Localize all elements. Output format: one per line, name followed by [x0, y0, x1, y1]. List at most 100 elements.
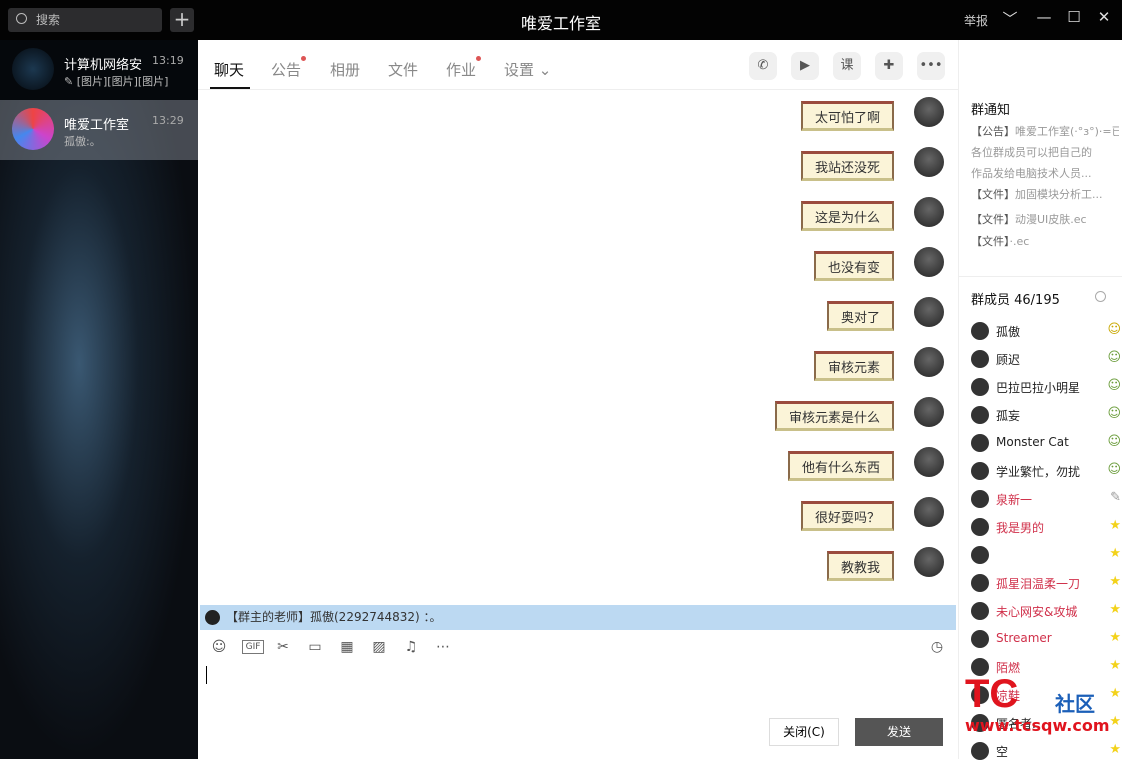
- member-item[interactable]: Streamer ★: [971, 628, 1121, 650]
- message-row: 很好耍吗？: [446, 497, 946, 541]
- tab-item[interactable]: 设置 ⌄: [504, 59, 551, 80]
- message-bubble[interactable]: 太可怕了啊: [800, 101, 894, 131]
- more-icon[interactable]: •••: [917, 52, 945, 80]
- add-button[interactable]: +: [170, 8, 194, 32]
- conversation-item[interactable]: 计算机网络安 13:19 ✎ [图片][图片][图片]: [0, 40, 198, 100]
- avatar: [971, 658, 989, 676]
- image-icon[interactable]: ▨: [370, 638, 388, 656]
- tab-label: 相册: [330, 61, 361, 79]
- notice-item[interactable]: 【文件】·.ec: [971, 233, 1119, 249]
- avatar[interactable]: [914, 497, 944, 527]
- member-item[interactable]: 匿名者. ★: [971, 712, 1121, 734]
- message-row: 也没有变: [446, 247, 946, 291]
- message-row: 教教我: [446, 547, 946, 591]
- star-icon: ★: [1109, 518, 1121, 533]
- avatar: [971, 630, 989, 648]
- class-icon[interactable]: 课: [833, 52, 861, 80]
- message-bubble[interactable]: 很好耍吗？: [800, 501, 894, 531]
- tab-item[interactable]: 相册: [330, 59, 360, 80]
- emoji-icon[interactable]: ☺: [210, 638, 228, 656]
- tab-item[interactable]: 文件: [388, 59, 418, 80]
- minimize-button[interactable]: —: [1034, 8, 1054, 26]
- search-input[interactable]: 搜索: [8, 8, 162, 32]
- member-count: 群成员 46/195: [971, 293, 1060, 308]
- close-chat-button[interactable]: 关闭(C): [769, 718, 839, 746]
- conversation-preview: ✎ [图片][图片][图片]: [64, 75, 169, 88]
- notice-item[interactable]: 各位群成员可以把自己的: [971, 144, 1119, 160]
- avatar: [971, 546, 989, 564]
- phone-icon[interactable]: ✆: [749, 52, 777, 80]
- video-icon[interactable]: ▶: [791, 52, 819, 80]
- avatar[interactable]: [914, 147, 944, 177]
- notice-item[interactable]: 【文件】动漫UI皮肤.ec: [971, 211, 1119, 227]
- star-icon: ★: [1109, 686, 1121, 701]
- message-bubble[interactable]: 审核元素是什么: [774, 401, 894, 431]
- avatar[interactable]: [914, 447, 944, 477]
- member-item[interactable]: ★: [971, 544, 1121, 566]
- avatar[interactable]: [914, 97, 944, 127]
- chat-main: 聊天 公告 相册 文件 作业 设置 ⌄ ✆ ▶ 课 ✚ ••• 太可怕了啊我站还没死这是为什么也没…: [198, 40, 958, 759]
- member-item[interactable]: Monster Cat ☺: [971, 432, 1121, 454]
- gif-icon[interactable]: GIF: [242, 640, 264, 654]
- message-input[interactable]: [206, 666, 207, 684]
- conversation-item-active[interactable]: 唯爱工作室 13:29 孤傲:。: [0, 100, 198, 160]
- message-bubble[interactable]: 审核元素: [813, 351, 894, 381]
- add-app-icon[interactable]: ✚: [875, 52, 903, 80]
- member-item[interactable]: 未心网安&攻城 ★: [971, 600, 1121, 622]
- avatar[interactable]: [914, 247, 944, 277]
- file-icon[interactable]: ▦: [338, 638, 356, 656]
- member-item[interactable]: 孤妄 ☺: [971, 404, 1121, 426]
- message-bubble[interactable]: 这是为什么: [800, 201, 894, 231]
- notice-tag: 【文件】: [971, 235, 1010, 248]
- message-bubble[interactable]: 奥对了: [826, 301, 894, 331]
- avatar[interactable]: [914, 397, 944, 427]
- notice-item[interactable]: 【文件】加固模块分析工...: [971, 186, 1119, 202]
- maximize-button[interactable]: ☐: [1064, 8, 1084, 26]
- chevron-down-icon[interactable]: ﹀: [1000, 8, 1020, 29]
- tab-item[interactable]: 聊天: [214, 59, 244, 80]
- admin-icon: ☺: [1107, 378, 1121, 393]
- bell-icon[interactable]: ♫: [402, 638, 420, 656]
- tab-label: 文件: [388, 61, 419, 79]
- member-search-icon[interactable]: [1095, 291, 1106, 302]
- member-item[interactable]: 我是男的 ★: [971, 516, 1121, 538]
- avatar[interactable]: [914, 197, 944, 227]
- more-icon[interactable]: ⋯: [434, 638, 452, 656]
- tab-item[interactable]: 作业: [446, 56, 482, 80]
- avatar[interactable]: [914, 297, 944, 327]
- member-item[interactable]: 巴拉巴拉小明星 ☺: [971, 376, 1121, 398]
- member-item[interactable]: 凉鞋 ★: [971, 684, 1121, 706]
- report-button[interactable]: 举报: [964, 12, 988, 29]
- avatar: [205, 610, 220, 625]
- avatar[interactable]: [914, 347, 944, 377]
- notice-text: ·.ec: [1009, 235, 1030, 248]
- notice-item[interactable]: 【公告】唯爱工作室(·°з°)·=已经在脚本之家入驻了: [971, 123, 1119, 139]
- member-item[interactable]: 顾迟 ☺: [971, 348, 1121, 370]
- notice-tag: 【文件】: [971, 188, 1015, 201]
- member-name: 陌燃: [996, 661, 1021, 675]
- close-button[interactable]: ✕: [1094, 8, 1114, 26]
- member-item[interactable]: 泉新一 ✎: [971, 488, 1121, 510]
- unread-dot: [476, 56, 482, 61]
- notice-item[interactable]: 作品发给电脑技术人员...: [971, 165, 1119, 181]
- notice-bar[interactable]: 【群主的老师】孤傲(2292744832) ：。: [200, 605, 956, 630]
- folder-icon[interactable]: ▭: [306, 638, 324, 656]
- member-item[interactable]: 学业繁忙，勿扰 ☺: [971, 460, 1121, 482]
- member-item[interactable]: 陌燃 ★: [971, 656, 1121, 678]
- message-bubble[interactable]: 教教我: [826, 551, 894, 581]
- tab-item[interactable]: 公告: [271, 56, 307, 80]
- screenshot-icon[interactable]: ✂: [274, 638, 292, 656]
- avatar: [12, 108, 54, 150]
- message-bubble[interactable]: 我站还没死: [800, 151, 894, 181]
- message-bubble[interactable]: 也没有变: [813, 251, 894, 281]
- member-item[interactable]: 孤傲 ☺: [971, 320, 1121, 342]
- message-bubble[interactable]: 他有什么东西: [787, 451, 894, 481]
- send-button[interactable]: 发送: [855, 718, 943, 746]
- avatar: [971, 322, 989, 340]
- history-icon[interactable]: ◷: [928, 638, 946, 656]
- member-name: 凉鞋: [996, 689, 1021, 703]
- avatar[interactable]: [914, 547, 944, 577]
- conversation-preview: 孤傲:。: [64, 135, 101, 148]
- member-name: 学业繁忙，勿扰: [996, 465, 1081, 479]
- member-item[interactable]: 孤星泪温柔一刀 ★: [971, 572, 1121, 594]
